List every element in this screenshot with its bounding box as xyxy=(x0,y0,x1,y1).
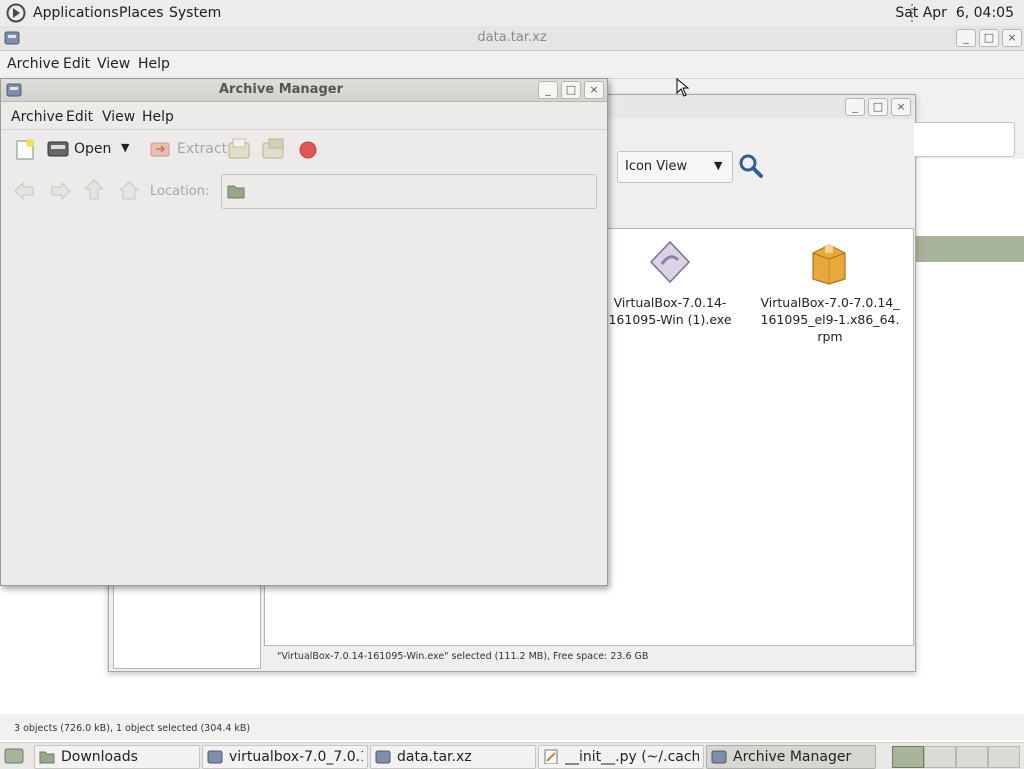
menu-edit[interactable]: Edit xyxy=(63,56,90,72)
window-titlebar[interactable]: data.tar.xz _ □ × xyxy=(0,26,1024,51)
view-mode-label: Icon View xyxy=(625,159,688,174)
task-label: virtualbox-7.0_7.0.1... xyxy=(229,749,363,765)
maximize-button[interactable]: □ xyxy=(979,29,999,47)
forward-arrow-icon xyxy=(51,181,71,201)
system-menu[interactable]: System xyxy=(169,5,221,21)
close-button[interactable]: × xyxy=(1002,29,1022,47)
workspace-3[interactable] xyxy=(956,746,988,768)
menu-view[interactable]: View xyxy=(97,56,130,72)
menu-help[interactable]: Help xyxy=(142,109,174,125)
location-label: Location: xyxy=(150,184,210,199)
close-button[interactable]: × xyxy=(891,98,911,116)
minimize-button[interactable]: _ xyxy=(956,29,976,47)
task-label: Archive Manager xyxy=(733,749,852,765)
workspace-switcher[interactable] xyxy=(892,746,1020,768)
show-desktop-icon[interactable] xyxy=(4,747,24,765)
places-menu[interactable]: Places xyxy=(119,5,164,21)
menu-archive[interactable]: Archive xyxy=(7,56,59,72)
statusbar: 3 objects (726.0 kB), 1 object selected … xyxy=(0,714,1024,740)
task-data-tar[interactable]: data.tar.xz xyxy=(370,745,536,769)
maximize-button[interactable]: □ xyxy=(868,98,888,116)
home-icon xyxy=(118,181,140,200)
top-panel: Applications Places System Sat Apr 6, 04… xyxy=(0,0,1024,27)
task-virtualbox[interactable]: virtualbox-7.0_7.0.1... xyxy=(202,745,368,769)
toolbar: Open ▼ Extract xyxy=(1,131,607,167)
archive-app-icon xyxy=(375,750,391,764)
menubar: Archive Edit View Help xyxy=(1,79,607,129)
view-mode-select[interactable]: Icon View ▼ xyxy=(617,151,733,183)
menu-view[interactable]: View xyxy=(102,109,135,125)
selected-row[interactable] xyxy=(914,236,1024,262)
file-item[interactable]: VirtualBox-7.0.14- 161095-Win (1).exe xyxy=(605,237,735,337)
menu-help[interactable]: Help xyxy=(138,56,170,72)
extract-icon xyxy=(150,142,170,157)
add-folder-icon xyxy=(262,138,284,159)
folder-icon xyxy=(227,185,245,199)
sidebar-pane[interactable] xyxy=(113,585,261,669)
menu-archive[interactable]: Archive xyxy=(11,109,63,125)
clock[interactable]: Sat Apr 6, 04:05 xyxy=(895,5,1014,21)
extract-button[interactable]: Extract xyxy=(177,141,227,157)
rpm-package-icon xyxy=(812,244,846,285)
gnome-foot-icon[interactable] xyxy=(6,3,26,23)
exe-icon xyxy=(649,240,691,284)
archive-app-icon xyxy=(711,750,727,764)
status-text: 3 objects (726.0 kB), 1 object selected … xyxy=(14,723,251,734)
archive-app-icon xyxy=(207,750,223,764)
task-downloads[interactable]: Downloads xyxy=(34,745,200,769)
task-init-py[interactable]: __init__.py (~/.cache... xyxy=(538,745,704,769)
up-arrow-icon xyxy=(83,179,105,200)
folder-icon xyxy=(39,751,55,764)
file-item[interactable]: VirtualBox-7.0-7.0.14_ 161095_el9-1.x86_… xyxy=(760,237,900,357)
bottom-taskbar: Downloads virtualbox-7.0_7.0.1... data.t… xyxy=(0,742,1024,769)
text-editor-icon xyxy=(544,749,558,764)
workspace-1[interactable] xyxy=(892,746,924,768)
archive-manager-window: Archive Manager _ □ × Archive Edit View … xyxy=(0,78,608,586)
add-files-icon xyxy=(228,138,250,159)
open-dropdown-icon[interactable]: ▼ xyxy=(121,141,129,154)
minimize-button[interactable]: _ xyxy=(845,98,865,116)
file-name: VirtualBox-7.0-7.0.14_ 161095_el9-1.x86_… xyxy=(760,295,900,344)
archive-content-area[interactable] xyxy=(2,211,606,583)
location-entry[interactable] xyxy=(914,122,1015,157)
mouse-cursor-icon xyxy=(676,78,690,97)
stop-icon[interactable] xyxy=(299,141,317,159)
new-archive-icon[interactable] xyxy=(14,138,36,160)
open-button[interactable]: Open xyxy=(74,141,111,157)
workspace-2[interactable] xyxy=(924,746,956,768)
file-name: VirtualBox-7.0.14- 161095-Win (1).exe xyxy=(608,295,732,327)
open-icon[interactable] xyxy=(47,139,69,157)
task-label: __init__.py (~/.cache... xyxy=(565,749,699,765)
menu-edit[interactable]: Edit xyxy=(66,109,93,125)
window-title: data.tar.xz xyxy=(477,30,547,45)
separator xyxy=(1,129,607,130)
task-label: Downloads xyxy=(61,749,138,765)
back-arrow-icon xyxy=(14,181,34,201)
task-label: data.tar.xz xyxy=(397,749,472,765)
workspace-4[interactable] xyxy=(988,746,1020,768)
applications-menu[interactable]: Applications xyxy=(33,5,119,21)
chevron-down-icon: ▼ xyxy=(714,159,723,172)
task-archive-manager[interactable]: Archive Manager xyxy=(706,745,876,769)
status-text: "VirtualBox-7.0.14-161095-Win.exe" selec… xyxy=(277,651,649,662)
location-field[interactable] xyxy=(221,174,597,209)
search-icon[interactable] xyxy=(738,153,764,179)
menubar: Archive Edit View Help xyxy=(0,51,1024,77)
